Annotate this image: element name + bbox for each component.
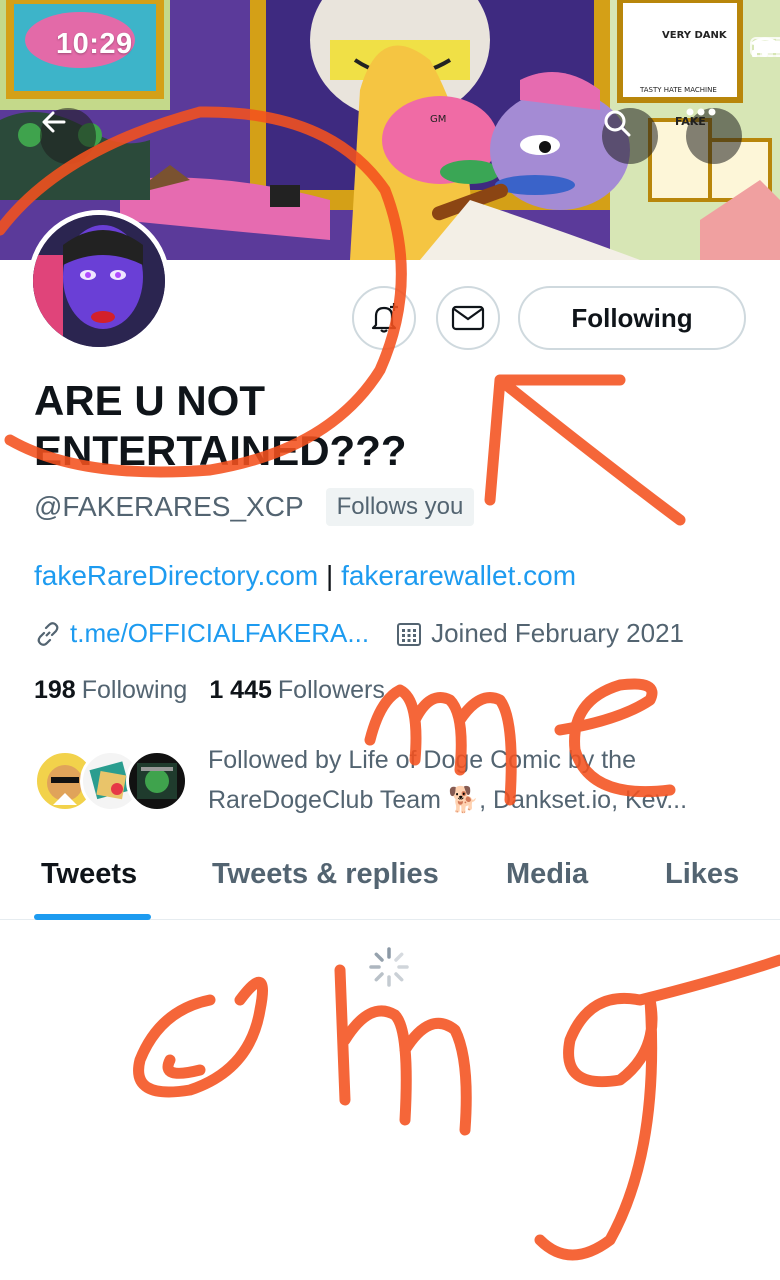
back-button[interactable] (40, 108, 96, 164)
following-button[interactable]: Following (518, 286, 746, 350)
joined-text: Joined February 2021 (431, 618, 685, 648)
status-time: 10:29 (56, 28, 133, 60)
tab-tweets[interactable]: Tweets (41, 858, 137, 891)
calendar-icon (397, 622, 422, 646)
tab-tweets-replies[interactable]: Tweets & replies (212, 858, 439, 891)
website-text: t.me/OFFICIALFAKERA... (70, 618, 370, 648)
handle: @FAKERARES_XCP (34, 491, 304, 522)
followers-label: Followers (277, 676, 385, 704)
active-tab-indicator (34, 914, 151, 920)
search-icon (604, 110, 631, 137)
bio: fakeRareDirectory.com | fakerarewallet.c… (34, 560, 576, 592)
following-count-link[interactable]: 198 Following (34, 676, 187, 705)
more-options-button[interactable] (686, 108, 742, 164)
link-icon (37, 621, 59, 646)
follows-you-badge: Follows you (325, 488, 475, 526)
envelope-icon (451, 305, 485, 331)
avatar-image (33, 215, 165, 347)
banner-sign-tasty: TASTY HATE MACHINE (639, 86, 717, 94)
followed-by-text: Followed by Life of Doge Comic by the Ra… (208, 746, 688, 814)
bio-link-wallet[interactable]: fakerarewallet.com (341, 560, 576, 591)
handle-row: @FAKERARES_XCP Follows you (34, 488, 475, 526)
followers-count-link[interactable]: 1 445 Followers (209, 676, 385, 705)
bio-link-directory[interactable]: fakeRareDirectory.com (34, 560, 318, 591)
followed-by-row[interactable]: Followed by Life of Doge Comic by the Ra… (34, 740, 748, 820)
followers-count: 1 445 (209, 676, 272, 704)
search-button[interactable] (602, 108, 658, 164)
following-count: 198 (34, 676, 76, 704)
battery-icon (750, 37, 780, 57)
following-label: Following (81, 676, 188, 704)
display-name: ARE U NOT ENTERTAINED??? (34, 377, 407, 474)
more-dots-icon (686, 108, 716, 116)
joined-date: Joined February 2021 (395, 618, 684, 649)
tab-likes[interactable]: Likes (665, 858, 739, 891)
loading-spinner-icon (369, 947, 409, 987)
bio-separator: | (318, 560, 342, 591)
profile-avatar[interactable] (28, 210, 170, 352)
banner-sign-gm: GM (430, 114, 446, 125)
notifications-button[interactable] (352, 286, 416, 350)
website-link[interactable]: t.me/OFFICIALFAKERA... (34, 618, 369, 649)
mutual-avatar-3 (126, 750, 188, 812)
profile-tabs: Tweets Tweets & replies Media Likes (0, 846, 780, 920)
arrow-left-icon (42, 111, 66, 133)
profile-meta: t.me/OFFICIALFAKERA... Joined February 2… (34, 618, 684, 649)
annotation-word-omg (133, 976, 268, 1098)
bell-plus-icon (371, 303, 398, 333)
mutual-avatars (34, 744, 194, 816)
message-button[interactable] (436, 286, 500, 350)
follow-counts: 198 Following 1 445 Followers (34, 676, 385, 705)
tab-media[interactable]: Media (506, 858, 588, 891)
banner-sign-very-dank: VERY DANK (662, 30, 728, 41)
